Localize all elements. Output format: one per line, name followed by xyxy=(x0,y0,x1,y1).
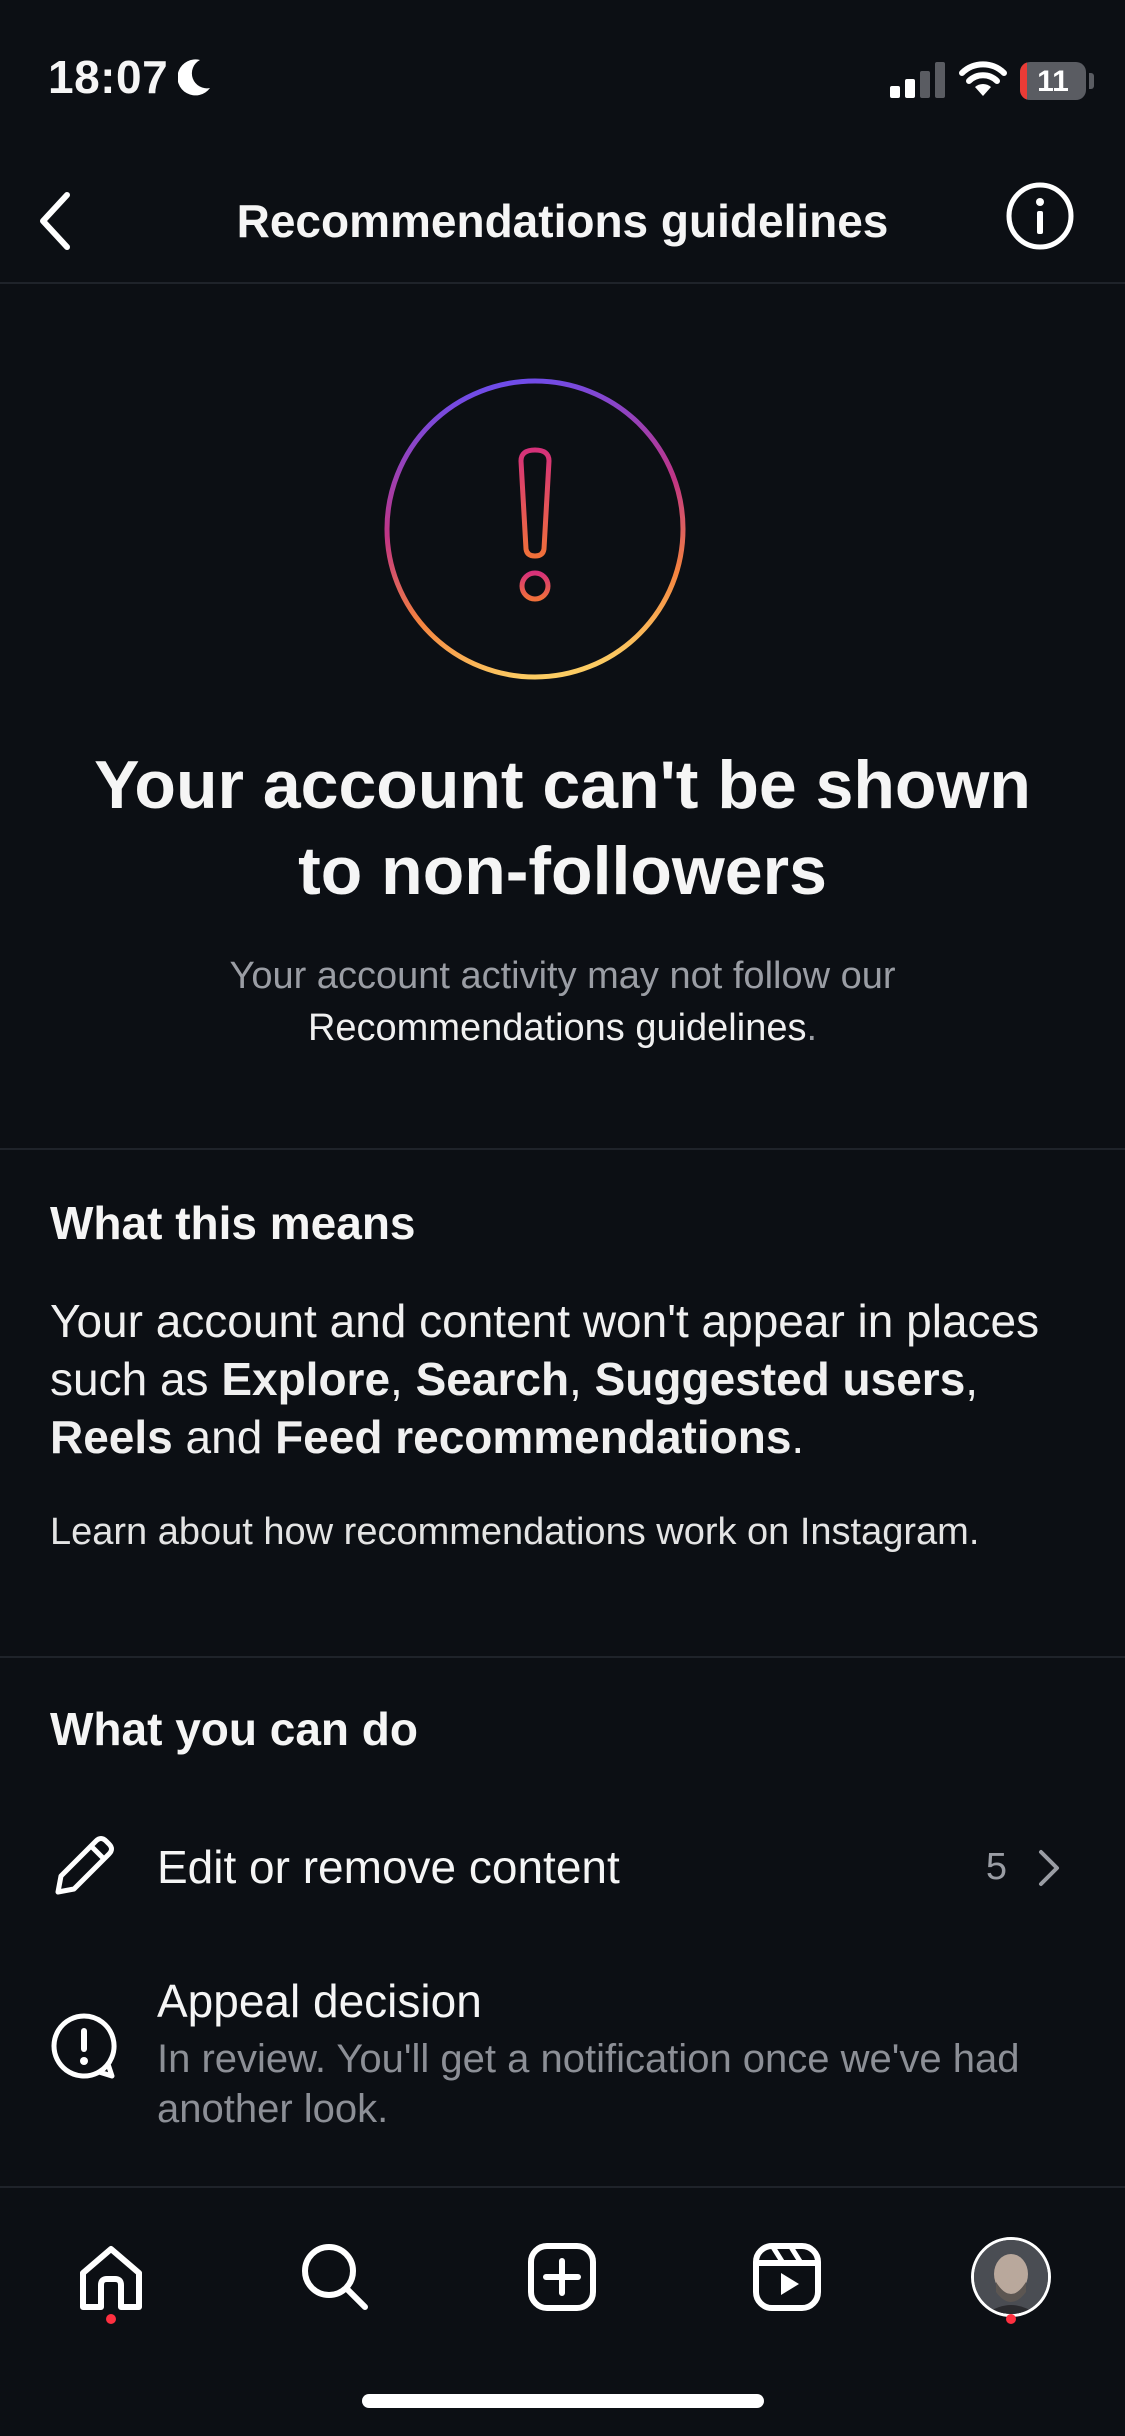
status-time: 18:07 xyxy=(48,51,169,103)
reels-icon xyxy=(753,2243,821,2311)
home-notification-dot xyxy=(106,2314,116,2324)
back-button[interactable] xyxy=(20,186,90,256)
battery-icon: 11 xyxy=(1020,62,1086,100)
guidelines-link[interactable]: Recommendations guidelines xyxy=(308,1007,807,1049)
appeal-icon xyxy=(51,2013,117,2079)
status-bar: 18:07 11 xyxy=(0,0,1125,160)
learn-more-link[interactable]: Learn about how recommendations work on … xyxy=(50,1506,1065,1558)
body-text: , xyxy=(569,1353,595,1405)
page-title: Recommendations guidelines xyxy=(236,195,889,247)
body-text: . xyxy=(791,1411,805,1463)
edit-content-row[interactable]: Edit or remove content 5 xyxy=(0,1798,1125,1938)
signal-icon xyxy=(890,62,945,98)
chevron-left-icon xyxy=(40,192,70,250)
tab-home[interactable] xyxy=(66,2232,156,2322)
avatar xyxy=(971,2237,1051,2317)
what-this-means-heading: What this means xyxy=(50,1197,416,1249)
appeal-decision-status: In review. You'll get a notification onc… xyxy=(157,2037,1020,2131)
home-icon xyxy=(80,2246,142,2310)
hero-subtitle-suffix: . xyxy=(806,1007,818,1049)
what-you-can-do-heading: What you can do xyxy=(50,1703,418,1755)
highlight-term: Suggested users xyxy=(594,1353,966,1405)
what-this-means-body: Your account and content won't appear in… xyxy=(50,1292,1075,1466)
search-icon xyxy=(302,2244,368,2310)
body-text: and xyxy=(172,1411,276,1463)
divider xyxy=(0,1148,1125,1150)
plus-square-icon xyxy=(528,2243,596,2311)
pencil-icon xyxy=(55,1836,114,1895)
highlight-term: Explore xyxy=(221,1353,391,1405)
tab-search[interactable] xyxy=(290,2232,380,2322)
tab-create[interactable] xyxy=(517,2232,607,2322)
home-indicator xyxy=(362,2394,764,2408)
info-icon[interactable] xyxy=(1004,180,1076,252)
exclamation-icon xyxy=(518,447,552,602)
battery-tip xyxy=(1089,73,1094,89)
highlight-term: Reels xyxy=(50,1411,173,1463)
screen: 18:07 11 Recommendations guidelines Your… xyxy=(0,0,1125,2436)
hero-subtitle-text: Your account activity may not follow our xyxy=(229,955,896,997)
divider xyxy=(0,1656,1125,1658)
appeal-decision-label: Appeal decision xyxy=(157,1975,482,2027)
tab-reels[interactable] xyxy=(742,2232,832,2322)
appeal-decision-row[interactable]: Appeal decision In review. You'll get a … xyxy=(0,1960,1125,2140)
chevron-right-icon xyxy=(1039,1850,1059,1886)
alert-ring-icon xyxy=(384,378,686,680)
profile-notification-dot xyxy=(1006,2314,1016,2324)
body-text: , xyxy=(965,1353,979,1405)
tab-profile[interactable] xyxy=(966,2232,1056,2322)
moon-icon xyxy=(178,59,210,96)
edit-content-count: 5 xyxy=(985,1846,1007,1888)
edit-content-label: Edit or remove content xyxy=(157,1841,620,1893)
battery-level: 11 xyxy=(1037,65,1069,98)
highlight-term: Search xyxy=(415,1353,570,1405)
hero-title: Your account can't be shown to non-follo… xyxy=(94,747,1031,909)
hero-subtitle: Your account activity may not follow our… xyxy=(100,950,1025,1054)
header: Recommendations guidelines xyxy=(0,160,1125,284)
wifi-icon xyxy=(959,61,1007,96)
body-text: , xyxy=(390,1353,416,1405)
highlight-term: Feed recommendations xyxy=(275,1411,792,1463)
